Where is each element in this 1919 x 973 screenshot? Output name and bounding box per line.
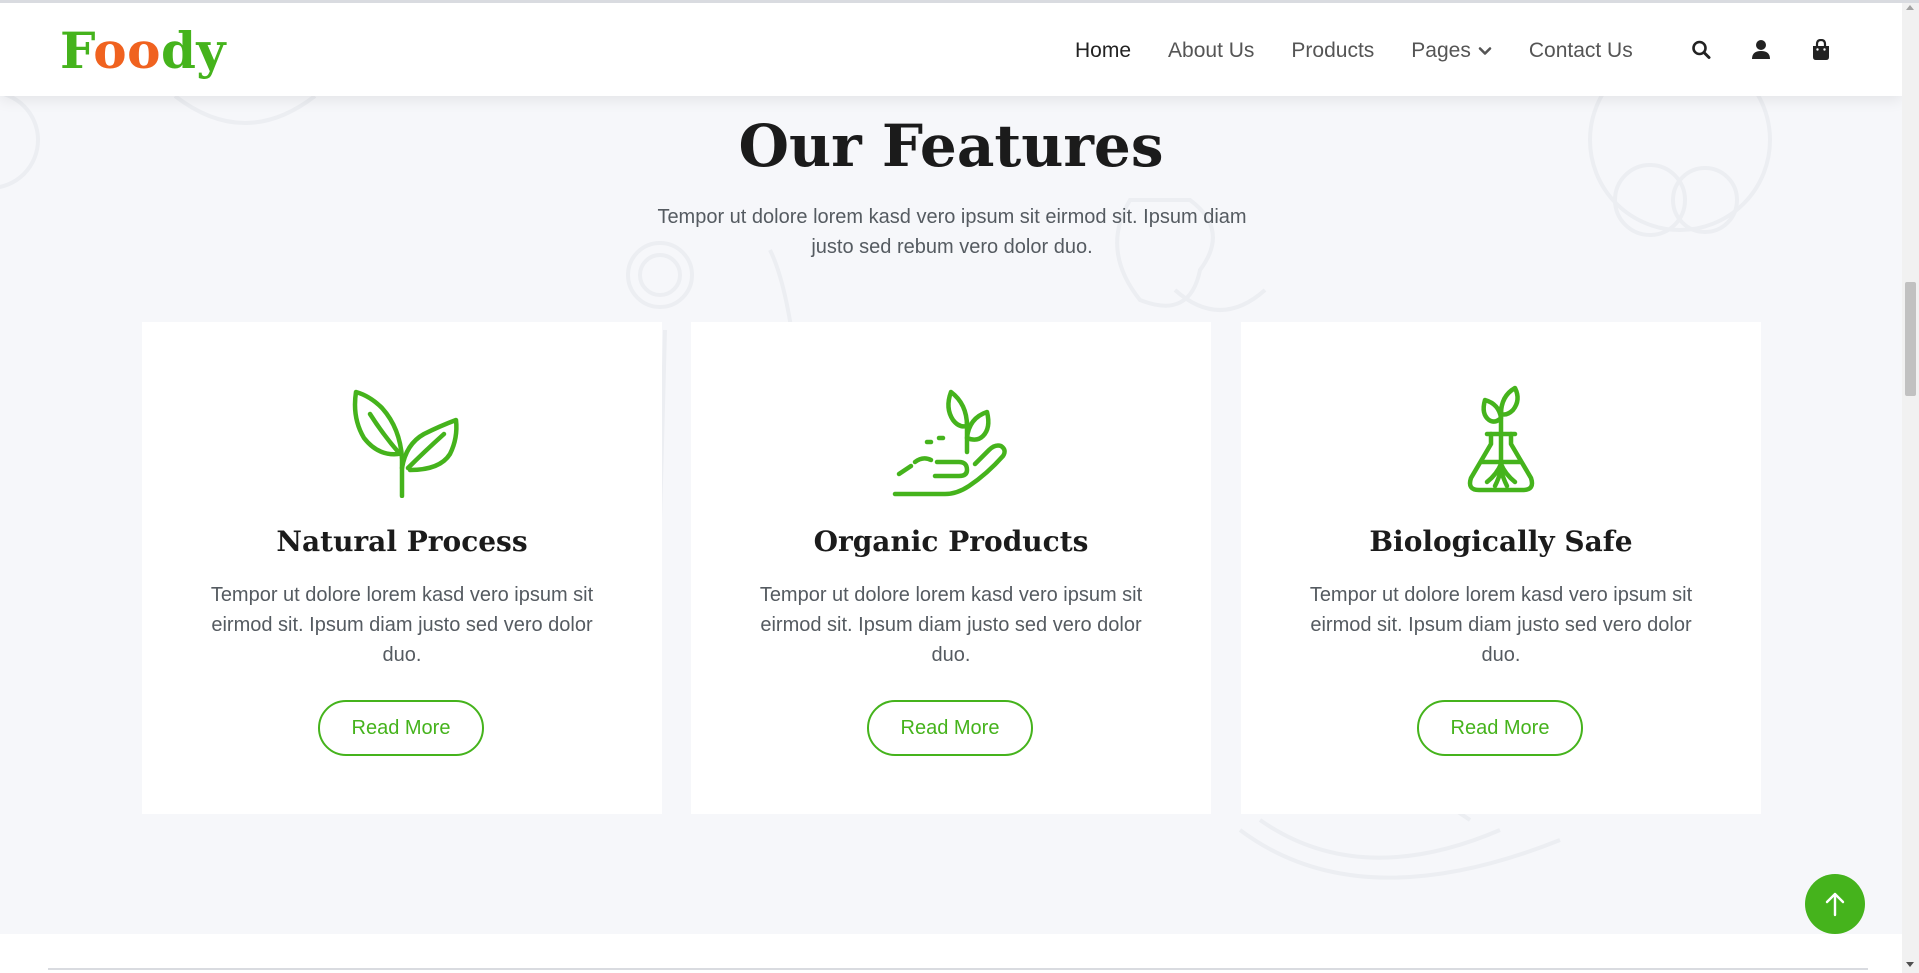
feature-card-text: Tempor ut dolore lorem kasd vero ipsum s… [210, 584, 594, 666]
feature-card-biologically-safe: Biologically Safe Tempor ut dolore lorem… [1241, 322, 1761, 814]
nav-pages-dropdown[interactable]: Pages [1411, 33, 1492, 69]
back-to-top-button[interactable] [1805, 874, 1865, 934]
nav-products-label: Products [1291, 39, 1375, 62]
feature-card-title: Biologically Safe [1369, 525, 1633, 558]
nav-icon-group [1691, 39, 1831, 61]
navbar: Foody Home About Us Products Pages Conta… [0, 3, 1902, 96]
nav-products[interactable]: Products [1291, 33, 1374, 69]
scroll-down-arrow[interactable] [1906, 962, 1914, 967]
page-viewport: Foody Home About Us Products Pages Conta… [0, 0, 1902, 973]
page-scrollbar[interactable] [1902, 0, 1919, 973]
feature-card-title: Organic Products [813, 525, 1089, 558]
nav-home[interactable]: Home [1075, 33, 1131, 69]
read-more-button[interactable]: Read More [318, 700, 484, 756]
user-icon[interactable] [1751, 39, 1771, 61]
brand-logo[interactable]: Foody [60, 21, 226, 81]
section-subtitle: Tempor ut dolore lorem kasd vero ipsum s… [657, 206, 1247, 258]
window-top-border [0, 0, 1919, 3]
chevron-down-icon [1478, 47, 1492, 55]
nav-about-us[interactable]: About Us [1168, 33, 1254, 69]
nav-contact-us[interactable]: Contact Us [1529, 33, 1633, 69]
hand-plant-icon [892, 389, 1007, 497]
feature-card-text: Tempor ut dolore lorem kasd vero ipsum s… [759, 584, 1143, 666]
section-title: Our Features [738, 112, 1164, 180]
search-icon[interactable] [1691, 39, 1711, 61]
nav-about-us-label: About Us [1168, 39, 1255, 62]
flask-plant-icon [1467, 385, 1535, 493]
shopping-bag-icon[interactable] [1811, 39, 1831, 61]
feature-card-natural-process: Natural Process Tempor ut dolore lorem k… [142, 322, 662, 814]
brand-logo-part3: dy [160, 21, 226, 80]
sprout-icon [352, 389, 459, 498]
arrow-up-icon [1825, 892, 1845, 917]
read-more-button[interactable]: Read More [1417, 700, 1583, 756]
feature-card-organic-products: Organic Products Tempor ut dolore lorem … [691, 322, 1211, 814]
read-more-button[interactable]: Read More [867, 700, 1033, 756]
feature-card-text: Tempor ut dolore lorem kasd vero ipsum s… [1309, 584, 1693, 666]
brand-logo-part1: F [60, 21, 94, 80]
nav-pages-label: Pages [1411, 39, 1471, 62]
brand-logo-part2: oo [93, 21, 161, 80]
scrollbar-thumb[interactable] [1905, 282, 1916, 396]
nav-home-label: Home [1075, 39, 1132, 62]
feature-card-title: Natural Process [276, 525, 528, 558]
scroll-up-arrow[interactable] [1906, 5, 1914, 10]
main-nav: Home About Us Products Pages Contact Us [1075, 33, 1670, 69]
divider [48, 968, 1868, 970]
nav-contact-us-label: Contact Us [1528, 39, 1633, 62]
